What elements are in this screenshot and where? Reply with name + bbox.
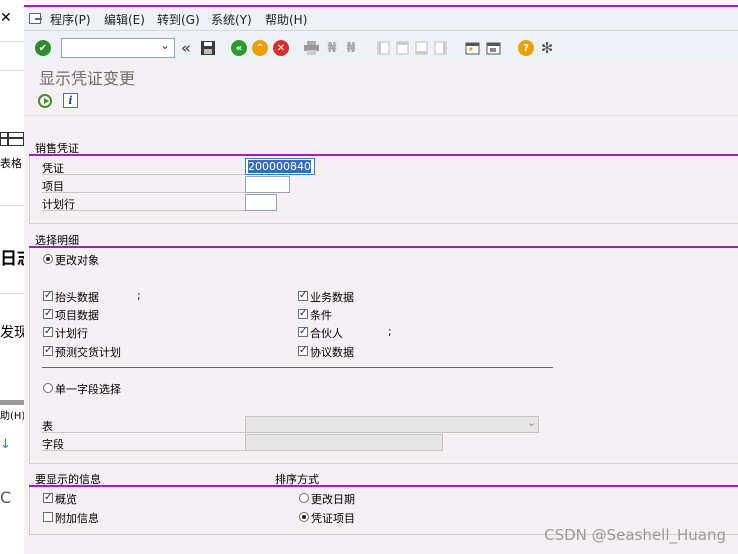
document-input[interactable]: 200000840	[245, 158, 315, 175]
header-data-checkbox[interactable]: ✓	[43, 291, 53, 301]
divider	[0, 70, 24, 71]
forecast-delivery-checkbox[interactable]: ✓	[43, 346, 53, 356]
enter-check-icon[interactable]: ✔	[35, 40, 51, 56]
log-text-fragment: 日志	[0, 249, 24, 269]
change-date-radio[interactable]	[299, 493, 309, 503]
conditions-checkbox[interactable]: ✓	[298, 309, 308, 319]
schedule-line-checkbox[interactable]: ✓	[43, 327, 53, 337]
separator-line	[42, 367, 553, 368]
cancel-icon[interactable]: ✕	[273, 40, 289, 56]
menu-system[interactable]: 系统(Y)	[211, 11, 252, 28]
sales-document-frame: 销售凭证 凭证 200000840 项目 计划行	[29, 140, 738, 224]
field-input[interactable]	[245, 434, 443, 451]
document-item-radio[interactable]	[299, 512, 309, 522]
label-underline	[42, 210, 245, 211]
shortcut-icon[interactable]	[485, 40, 501, 56]
background-window: ✕ 表格 日志 发现 助(H) ↓ C	[0, 0, 24, 554]
download-icon[interactable]: ↓	[0, 437, 24, 452]
selection-detail-frame: 选择明细 更改对象 ✓ 抬头数据 ; ✓ 项目数据 ✓ 计划行 ✓ 预测交货计划…	[29, 232, 738, 464]
next-page-icon[interactable]	[413, 40, 429, 56]
back-green-icon[interactable]: «	[231, 40, 247, 56]
find-next-icon[interactable]: ₦	[343, 40, 359, 56]
checkbox-suffix: ;	[388, 325, 392, 338]
divider	[0, 41, 24, 42]
item-input[interactable]	[245, 176, 290, 193]
label-underline	[42, 174, 245, 175]
additional-info-checkbox[interactable]	[43, 512, 53, 522]
checkbox-label[interactable]: 预测交货计划	[55, 344, 121, 360]
standard-toolbar: ✔ « « ⌃ ✕ ₦ ₦ ? ✻	[24, 32, 738, 62]
page-title: 显示凭证变更	[39, 69, 136, 88]
checkbox-suffix: ;	[137, 289, 141, 302]
checkbox-label[interactable]: 抬头数据	[55, 289, 99, 305]
checkbox-label[interactable]: 项目数据	[55, 307, 99, 323]
table-label[interactable]: 表格	[0, 155, 24, 171]
business-data-checkbox[interactable]: ✓	[298, 291, 308, 301]
frame-border	[29, 156, 738, 224]
customize-icon[interactable]: ✻	[539, 39, 555, 57]
single-field-label[interactable]: 单一字段选择	[55, 381, 121, 397]
checkbox-label[interactable]: 合伙人	[310, 325, 343, 341]
menu-program[interactable]: 程序(P)	[50, 11, 91, 28]
window-border	[0, 400, 24, 405]
display-info-frame: 要显示的信息 ✓ 概览 附加信息	[29, 471, 269, 535]
find-text-fragment: 发现	[0, 325, 24, 341]
chevron-down-icon[interactable]: ⌄	[527, 416, 536, 429]
table-dropdown[interactable]	[245, 416, 539, 433]
back-icon[interactable]: «	[178, 39, 194, 57]
change-objects-radio[interactable]	[43, 254, 53, 264]
divider	[0, 205, 24, 206]
document-item-label[interactable]: 凭证项目	[311, 510, 355, 526]
menu-edit[interactable]: 编辑(E)	[104, 11, 145, 28]
last-page-icon[interactable]	[432, 40, 448, 56]
divider	[0, 293, 24, 294]
label-underline	[42, 450, 245, 451]
application-toolbar: i	[24, 88, 738, 116]
label-underline	[42, 432, 245, 433]
help-icon[interactable]: ?	[518, 40, 534, 56]
change-date-label[interactable]: 更改日期	[311, 491, 355, 507]
save-icon[interactable]	[200, 40, 216, 56]
execute-icon[interactable]	[38, 94, 52, 108]
checkbox-label[interactable]: 协议数据	[310, 344, 354, 360]
single-field-radio[interactable]	[43, 383, 53, 393]
overview-checkbox[interactable]: ✓	[43, 493, 53, 503]
help-menu-fragment[interactable]: 助(H)	[0, 407, 24, 422]
prev-page-icon[interactable]	[394, 40, 410, 56]
find-icon[interactable]: ₦	[324, 40, 340, 56]
text-fragment-c: C	[0, 488, 12, 507]
partner-checkbox[interactable]: ✓	[298, 327, 308, 337]
print-icon[interactable]	[303, 40, 319, 56]
schedule-line-input[interactable]	[245, 194, 277, 211]
close-icon[interactable]: ✕	[0, 10, 24, 26]
create-session-icon[interactable]	[464, 40, 480, 56]
label-underline	[42, 192, 245, 193]
sap-window: 程序(P) 编辑(E) 转到(G) 系统(Y) 帮助(H) ✔ « « ⌃ ✕ …	[24, 0, 738, 554]
additional-info-label[interactable]: 附加信息	[55, 510, 99, 526]
watermark: CSDN @Seashell_Huang	[544, 526, 726, 544]
menu-bar: 程序(P) 编辑(E) 转到(G) 系统(Y) 帮助(H)	[24, 7, 738, 31]
command-field[interactable]	[61, 38, 175, 58]
menu-help[interactable]: 帮助(H)	[265, 11, 307, 28]
agreement-data-checkbox[interactable]: ✓	[298, 346, 308, 356]
checkbox-label[interactable]: 业务数据	[310, 289, 354, 305]
exit-icon[interactable]: ⌃	[252, 40, 268, 56]
menu-goto[interactable]: 转到(G)	[157, 11, 200, 28]
item-data-checkbox[interactable]: ✓	[43, 309, 53, 319]
checkbox-label[interactable]: 条件	[310, 307, 332, 323]
overview-label[interactable]: 概览	[55, 491, 77, 507]
table-icon[interactable]	[0, 132, 24, 146]
checkbox-label[interactable]: 计划行	[55, 325, 88, 341]
first-page-icon[interactable]	[375, 40, 391, 56]
menu-icon[interactable]	[29, 13, 42, 24]
change-objects-label[interactable]: 更改对象	[55, 252, 99, 268]
info-icon[interactable]: i	[63, 93, 78, 108]
